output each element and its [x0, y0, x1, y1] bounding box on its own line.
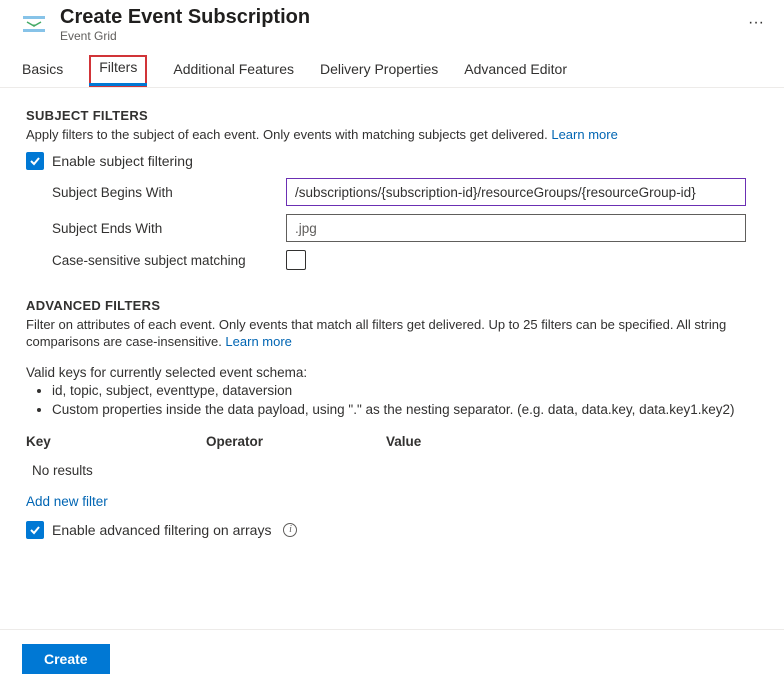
column-key: Key	[26, 434, 206, 449]
enable-subject-filtering-checkbox[interactable]	[26, 152, 44, 170]
list-item: Custom properties inside the data payloa…	[52, 401, 758, 420]
subject-ends-with-input[interactable]	[286, 214, 746, 242]
advanced-learn-more-link[interactable]: Learn more	[225, 334, 291, 349]
text: Apply filters to the subject of each eve…	[26, 127, 551, 142]
enable-advanced-arrays-checkbox[interactable]	[26, 521, 44, 539]
add-new-filter-link[interactable]: Add new filter	[26, 494, 108, 509]
subject-begins-with-input[interactable]	[286, 178, 746, 206]
valid-keys-list: id, topic, subject, eventtype, dataversi…	[26, 382, 758, 420]
case-sensitive-label: Case-sensitive subject matching	[26, 253, 286, 268]
subject-filters-description: Apply filters to the subject of each eve…	[26, 127, 758, 142]
more-actions-button[interactable]: ···	[748, 4, 764, 32]
filters-table-header: Key Operator Value	[26, 434, 758, 449]
tab-advanced-editor[interactable]: Advanced Editor	[464, 57, 567, 87]
info-icon[interactable]: i	[283, 523, 297, 537]
subject-begins-with-label: Subject Begins With	[26, 185, 286, 200]
enable-subject-filtering-label: Enable subject filtering	[52, 153, 193, 169]
list-item: id, topic, subject, eventtype, dataversi…	[52, 382, 758, 401]
tab-basics[interactable]: Basics	[22, 57, 63, 87]
tab-additional-features[interactable]: Additional Features	[173, 57, 294, 87]
case-sensitive-checkbox[interactable]	[286, 250, 306, 270]
enable-advanced-arrays-label: Enable advanced filtering on arrays	[52, 522, 271, 538]
create-button[interactable]: Create	[22, 644, 110, 674]
subject-filters-heading: SUBJECT FILTERS	[26, 108, 758, 123]
advanced-filters-description: Filter on attributes of each event. Only…	[26, 317, 758, 351]
column-operator: Operator	[206, 434, 386, 449]
event-grid-icon	[20, 10, 48, 38]
valid-keys-heading: Valid keys for currently selected event …	[26, 365, 758, 380]
no-results-text: No results	[26, 457, 758, 484]
tab-delivery-properties[interactable]: Delivery Properties	[320, 57, 438, 87]
page-title: Create Event Subscription	[60, 6, 736, 29]
page-subtitle: Event Grid	[60, 29, 736, 43]
tab-bar: Basics Filters Additional Features Deliv…	[0, 43, 784, 88]
tab-filters[interactable]: Filters	[89, 55, 147, 87]
advanced-filters-heading: ADVANCED FILTERS	[26, 298, 758, 313]
text: Filter on attributes of each event. Only…	[26, 317, 726, 349]
column-value: Value	[386, 434, 758, 449]
subject-ends-with-label: Subject Ends With	[26, 221, 286, 236]
learn-more-link[interactable]: Learn more	[551, 127, 617, 142]
